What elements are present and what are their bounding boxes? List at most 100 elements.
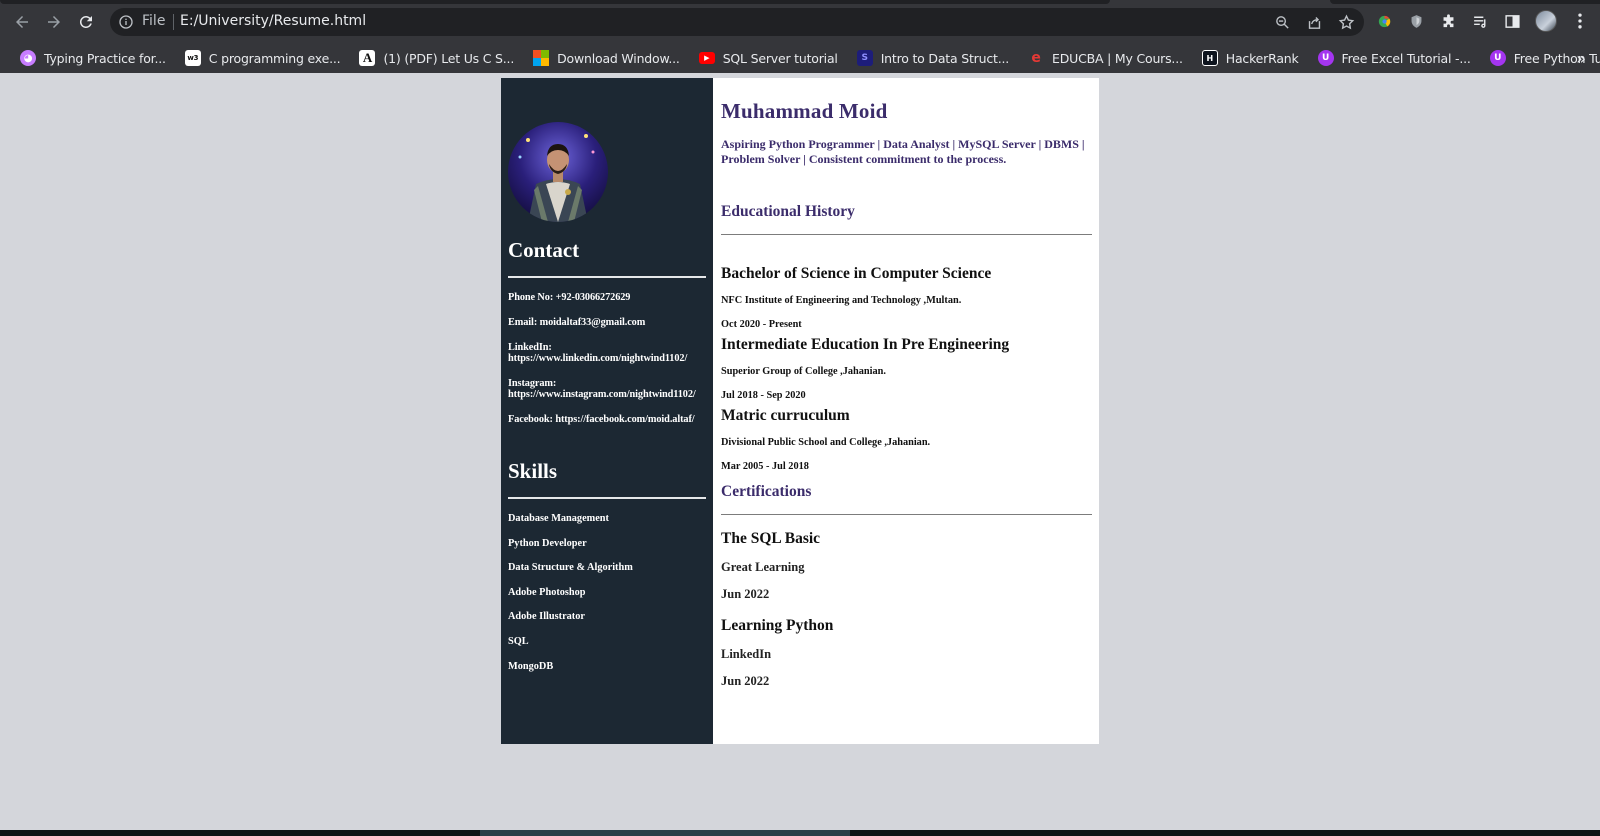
extensions-menu-button[interactable] bbox=[1438, 11, 1458, 31]
bookmark-item[interactable]: H HackerRank bbox=[1196, 47, 1305, 69]
bookmarks-overflow-button[interactable]: » bbox=[1576, 49, 1586, 68]
side-panel-icon bbox=[1504, 14, 1520, 28]
skill-item: Python Developer bbox=[508, 537, 587, 549]
certification-title: The SQL Basic bbox=[721, 530, 821, 547]
bookmarks-bar: ◕ Typing Practice for... w3 C programmin… bbox=[0, 43, 1600, 73]
certification-date: Jun 2022 bbox=[721, 587, 770, 601]
resume-card: Contact Phone No: +92-03066272629 Email:… bbox=[501, 78, 1099, 744]
google-extension-icon bbox=[1378, 15, 1390, 27]
education-dates: Jul 2018 - Sep 2020 bbox=[721, 390, 806, 401]
taskbar-peek bbox=[0, 830, 1600, 836]
bookmark-label: Typing Practice for... bbox=[44, 50, 166, 66]
certification-date: Jun 2022 bbox=[721, 674, 770, 688]
education-institute: Superior Group of College ,Jahanian. bbox=[721, 366, 886, 377]
shield-extension-button[interactable] bbox=[1406, 11, 1426, 31]
bookmark-label: Intro to Data Struct... bbox=[880, 50, 1010, 66]
education-institute: NFC Institute of Engineering and Technol… bbox=[721, 295, 962, 306]
background-window-peek bbox=[480, 830, 850, 836]
reload-icon bbox=[79, 15, 92, 28]
reload-button[interactable] bbox=[73, 9, 99, 35]
bookmark-item[interactable]: Download Window... bbox=[527, 47, 686, 69]
bookmark-label: C programming exe... bbox=[208, 50, 341, 66]
tab-strip-edge-right bbox=[1330, 0, 1600, 4]
bookmark-star-button[interactable] bbox=[1336, 12, 1356, 32]
profile-photo-image bbox=[508, 122, 608, 222]
education-divider bbox=[721, 234, 1092, 235]
education-degree: Bachelor of Science in Computer Science bbox=[721, 265, 992, 282]
resume-main: Muhammad Moid Aspiring Python Programmer… bbox=[713, 78, 1099, 744]
puzzle-icon bbox=[1443, 13, 1453, 27]
contact-instagram: Instagram: https://www.instagram.com/nig… bbox=[508, 378, 706, 400]
contact-heading: Contact bbox=[508, 238, 580, 262]
bookmark-label: Free Excel Tutorial -... bbox=[1341, 50, 1471, 66]
zoom-button[interactable] bbox=[1272, 12, 1292, 32]
bookmark-item[interactable]: U Free Excel Tutorial -... bbox=[1312, 47, 1477, 69]
arrow-right-icon bbox=[48, 16, 60, 28]
arrow-left-icon bbox=[16, 16, 28, 28]
certification-issuer: Great Learning bbox=[721, 560, 805, 574]
academia-icon: A bbox=[359, 50, 376, 66]
skill-item: SQL bbox=[508, 635, 529, 647]
shield-icon bbox=[1411, 14, 1421, 28]
bookmark-label: HackerRank bbox=[1225, 50, 1299, 66]
side-panel-button[interactable] bbox=[1502, 11, 1522, 31]
candidate-tagline: Aspiring Python Programmer | Data Analys… bbox=[721, 137, 1085, 166]
certification-title: Learning Python bbox=[721, 617, 834, 634]
scrimba-icon: S bbox=[856, 50, 873, 66]
info-icon[interactable] bbox=[118, 14, 134, 30]
reading-list-button[interactable] bbox=[1470, 11, 1490, 31]
browser-toolbar: File E:/University/Resume.html bbox=[0, 0, 1600, 43]
bookmark-item[interactable]: S Intro to Data Struct... bbox=[851, 47, 1015, 69]
skills-heading: Skills bbox=[508, 459, 558, 483]
contact-linkedin: LinkedIn: https://www.linkedin.com/night… bbox=[508, 342, 706, 364]
skill-item: Adobe Illustrator bbox=[508, 611, 585, 623]
certification-issuer: LinkedIn bbox=[721, 647, 772, 661]
skills-divider bbox=[508, 497, 706, 499]
bookmark-item[interactable]: ◕ Typing Practice for... bbox=[14, 47, 172, 69]
resume-sidebar: Contact Phone No: +92-03066272629 Email:… bbox=[501, 78, 713, 744]
url-text[interactable]: E:/University/Resume.html bbox=[180, 13, 366, 29]
bookmark-label: (1) (PDF) Let Us C S... bbox=[383, 50, 515, 66]
address-bar[interactable]: File E:/University/Resume.html bbox=[110, 8, 1364, 36]
education-dates: Oct 2020 - Present bbox=[721, 319, 802, 330]
back-button[interactable] bbox=[9, 9, 35, 35]
linkedin-label: LinkedIn: bbox=[508, 342, 552, 353]
instagram-url: https://www.instagram.com/nightwind1102/ bbox=[508, 389, 696, 400]
profile-avatar[interactable] bbox=[1535, 10, 1557, 32]
extensions-area bbox=[1374, 11, 1522, 31]
forward-button[interactable] bbox=[41, 9, 67, 35]
skill-item: MongoDB bbox=[508, 660, 554, 672]
extension-button[interactable] bbox=[1374, 11, 1394, 31]
microsoft-icon bbox=[533, 50, 550, 66]
udemy-icon: U bbox=[1489, 50, 1506, 66]
profile-photo bbox=[508, 122, 608, 222]
linkedin-url: https://www.linkedin.com/nightwind1102/ bbox=[508, 353, 688, 364]
certifications-divider bbox=[721, 514, 1092, 515]
hackerrank-icon: H bbox=[1201, 50, 1218, 66]
certifications-heading: Certifications bbox=[721, 483, 812, 500]
skill-item: Data Structure & Algorithm bbox=[508, 562, 633, 574]
bookmark-label: EDUCBA | My Cours... bbox=[1052, 50, 1183, 66]
tab-strip-edge bbox=[0, 0, 1110, 4]
candidate-name: Muhammad Moid bbox=[721, 99, 888, 123]
bookmark-item[interactable]: A (1) (PDF) Let Us C S... bbox=[353, 47, 520, 69]
skill-item: Database Management bbox=[508, 513, 609, 524]
youtube-icon: ▶ bbox=[698, 52, 715, 64]
share-button[interactable] bbox=[1304, 12, 1324, 32]
bookmark-item[interactable]: e EDUCBA | My Cours... bbox=[1022, 47, 1189, 69]
address-bar-actions bbox=[1272, 12, 1356, 32]
education-degree: Intermediate Education In Pre Engineerin… bbox=[721, 336, 1010, 353]
skill-item: Adobe Photoshop bbox=[508, 586, 586, 598]
page-viewport: Contact Phone No: +92-03066272629 Email:… bbox=[0, 73, 1600, 830]
share-icon bbox=[1308, 16, 1320, 29]
education-institute: Divisional Public School and College ,Ja… bbox=[721, 437, 931, 448]
reading-list-icon bbox=[1473, 16, 1485, 28]
ghost-icon: ◕ bbox=[20, 50, 36, 66]
bookmark-label: SQL Server tutorial bbox=[722, 50, 838, 66]
bookmark-label: Free Python Tutoria... bbox=[1513, 50, 1600, 66]
bookmark-item[interactable]: w3 C programming exe... bbox=[179, 47, 347, 69]
w3schools-icon: w3 bbox=[184, 50, 201, 66]
menu-dots-icon[interactable] bbox=[1570, 11, 1590, 31]
bookmark-item[interactable]: ▶ SQL Server tutorial bbox=[693, 47, 844, 69]
education-heading: Educational History bbox=[721, 203, 855, 220]
